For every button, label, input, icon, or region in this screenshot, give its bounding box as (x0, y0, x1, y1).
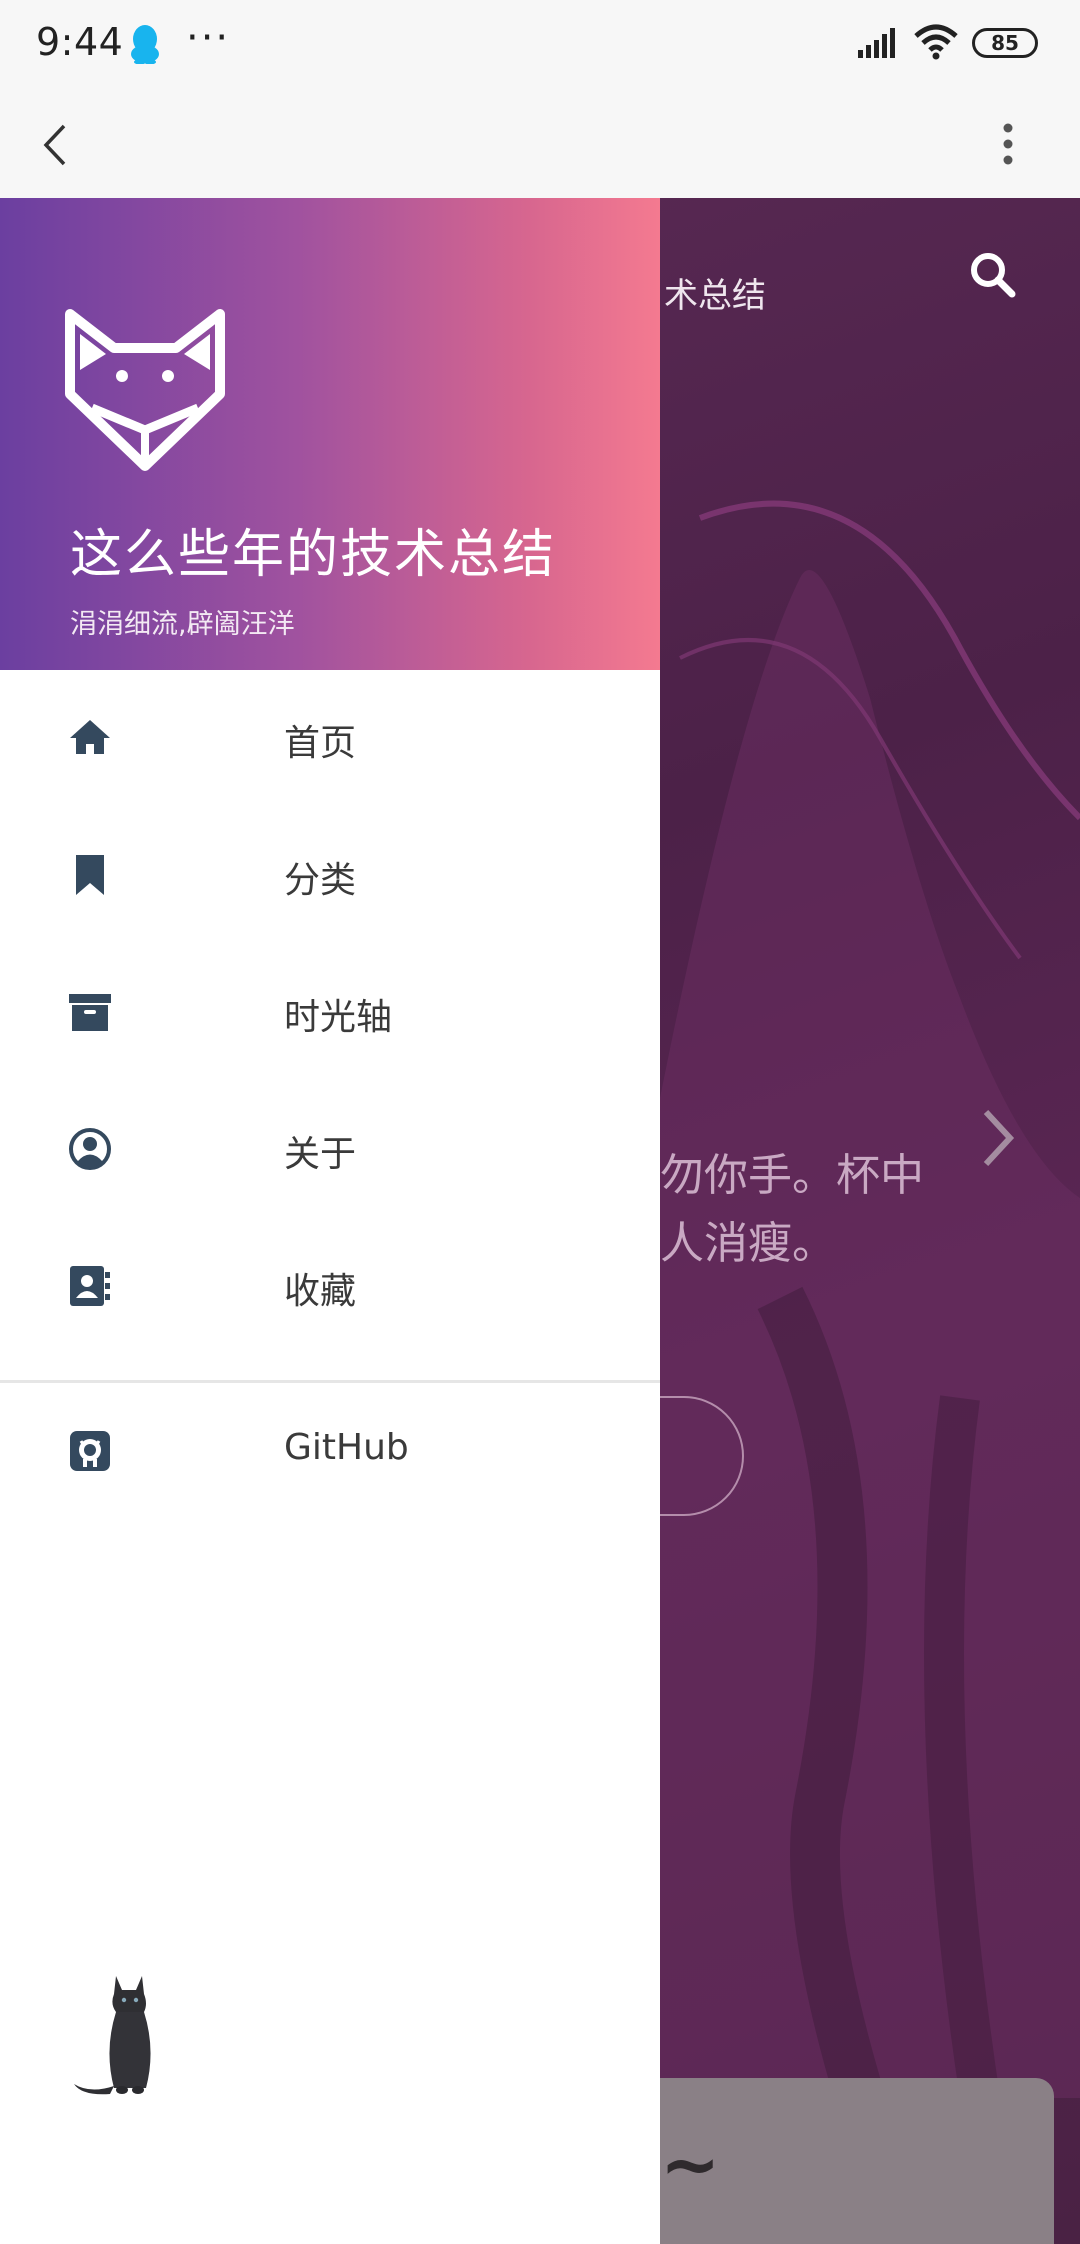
user-circle-icon (68, 1127, 112, 1171)
battery-indicator: 85 (972, 28, 1038, 58)
qq-notification-icon (128, 24, 162, 65)
menu-item-label: 时光轴 (284, 997, 393, 1038)
bookmark-icon (68, 853, 112, 897)
menu-item-label: 收藏 (284, 1271, 357, 1312)
more-options-icon[interactable] (1000, 120, 1016, 172)
drawer-menu: 首页 分类 时光轴 关于 收藏 (0, 670, 660, 1355)
page-title: 术总结 (664, 276, 766, 316)
menu-item-favorites[interactable]: 收藏 (0, 1218, 660, 1355)
github-icon (68, 1429, 112, 1473)
menu-item-label: 首页 (284, 723, 357, 764)
fox-logo-icon (62, 304, 228, 478)
menu-item-github[interactable]: GitHub (0, 1383, 660, 1523)
navigation-drawer: 这么些年的技术总结 涓涓细流,辟阖汪洋 首页 分类 时光轴 关于 收藏 GitH… (0, 198, 660, 2244)
menu-item-label: 关于 (284, 1134, 357, 1175)
status-bar: 9:44 ··· 85 (0, 0, 1080, 90)
address-book-icon (68, 1264, 112, 1308)
hero-quote-line2: 人消瘦。 (660, 1218, 836, 1269)
more-notifications-icon: ··· (186, 15, 231, 61)
hero-quote-line1: 勿你手。杯中 (660, 1150, 924, 1201)
menu-item-label: 分类 (284, 860, 357, 901)
status-time: 9:44 (36, 20, 124, 64)
back-arrow-icon[interactable] (40, 122, 70, 172)
site-subtitle: 涓涓细流,辟阖汪洋 (70, 609, 295, 640)
menu-item-label: GitHub (284, 1427, 409, 1468)
browser-toolbar (0, 90, 1080, 198)
menu-item-category[interactable]: 分类 (0, 807, 660, 944)
signal-icon (858, 28, 900, 62)
post-card-text: ~ (660, 2122, 721, 2206)
search-icon[interactable] (968, 250, 1016, 302)
home-icon (68, 716, 112, 760)
menu-item-home[interactable]: 首页 (0, 670, 660, 807)
wifi-icon (914, 24, 958, 64)
next-slide-icon[interactable] (978, 1106, 1018, 1174)
site-title: 这么些年的技术总结 (70, 525, 557, 585)
menu-item-timeline[interactable]: 时光轴 (0, 944, 660, 1081)
menu-item-about[interactable]: 关于 (0, 1081, 660, 1218)
drawer-header: 这么些年的技术总结 涓涓细流,辟阖汪洋 (0, 198, 660, 670)
archive-icon (68, 990, 112, 1034)
cat-mascot-icon[interactable] (70, 1970, 180, 2104)
hero-quote: 勿你手。杯中 人消瘦。 (660, 1142, 924, 1278)
